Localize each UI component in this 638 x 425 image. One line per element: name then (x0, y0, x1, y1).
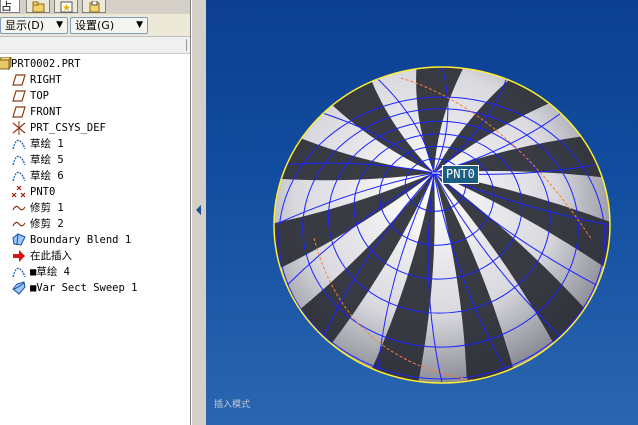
chevron-down-icon: ▼ (56, 20, 63, 30)
tab-model-tree[interactable]: 占 (0, 0, 20, 13)
tree-item-label: ■草绘 4 (30, 266, 70, 278)
graphics-viewport[interactable]: PNT0 插入模式 (206, 0, 638, 425)
sketch-icon (12, 139, 26, 150)
tree-item-label: PRT_CSYS_DEF (30, 122, 106, 134)
layers-icon (89, 1, 100, 13)
trim-icon (12, 205, 26, 211)
tree-item-label: TOP (30, 90, 49, 102)
star-icon (60, 1, 73, 13)
boundary-blend-icon (12, 233, 26, 246)
settings-menu-button[interactable]: 设置(G) ▼ (70, 17, 148, 34)
model-tree-panel: 占 显示(D) ▼ 设置(G) ▼ PRT0002.PRT RIGHT TOP (0, 0, 191, 425)
tree-item-csys[interactable]: PRT_CSYS_DEF (0, 120, 190, 136)
datum-plane-icon (12, 106, 26, 118)
trim-icon (12, 221, 26, 227)
datum-plane-icon (12, 74, 26, 86)
navigator-tabs: 占 (0, 0, 190, 14)
collapse-arrow-icon[interactable] (196, 205, 202, 215)
insert-here-arrow-icon (13, 250, 25, 262)
csys-icon (12, 121, 26, 135)
dome-surface-model[interactable] (206, 0, 638, 425)
tree-item-label: 草绘 5 (30, 154, 64, 166)
tab-model-tree-label: 占 (1, 0, 12, 13)
tree-item-trim-2[interactable]: 修剪 2 (0, 216, 190, 232)
sketch-icon (12, 267, 26, 278)
tab-layers[interactable] (82, 0, 106, 13)
folder-icon (32, 1, 45, 13)
column-separator[interactable] (186, 39, 187, 51)
tree-item-label: 在此插入 (30, 250, 72, 262)
tree-item-label: PRT0002.PRT (11, 58, 81, 70)
tree-toolbar: 显示(D) ▼ 设置(G) ▼ (0, 14, 190, 37)
tree-item-sketch-6[interactable]: 草绘 6 (0, 168, 190, 184)
sketch-icon (12, 171, 26, 182)
tree-item-label: RIGHT (30, 74, 62, 86)
tree-item-insert-here[interactable]: 在此插入 (0, 248, 190, 264)
tree-item-label: 修剪 1 (30, 202, 64, 214)
settings-menu-label: 设置(G) (75, 19, 115, 32)
tab-folder-browser[interactable] (26, 0, 50, 13)
status-text: 插入模式 (214, 400, 251, 410)
tree-item-trim-1[interactable]: 修剪 1 (0, 200, 190, 216)
chevron-down-icon: ▼ (136, 20, 143, 30)
tree-item-boundary-blend[interactable]: Boundary Blend 1 (0, 232, 190, 248)
tree-item-label: 草绘 6 (30, 170, 64, 182)
tree-item-part[interactable]: PRT0002.PRT (0, 56, 190, 72)
tree-item-sketch-1[interactable]: 草绘 1 (0, 136, 190, 152)
datum-plane-icon (12, 90, 26, 102)
tree-item-sketch-4[interactable]: ■草绘 4 (0, 264, 190, 280)
tree-item-label: ■Var Sect Sweep 1 (30, 282, 138, 294)
tree-item-front[interactable]: FRONT (0, 104, 190, 120)
datum-point-icon (12, 185, 26, 198)
tree-item-sketch-5[interactable]: 草绘 5 (0, 152, 190, 168)
panel-splitter[interactable] (191, 0, 206, 425)
tree-item-label: 修剪 2 (30, 218, 64, 230)
sweep-icon (12, 281, 26, 295)
tree-column-header (0, 37, 190, 54)
tree-item-top[interactable]: TOP (0, 88, 190, 104)
tree-item-var-sect-sweep[interactable]: ■Var Sect Sweep 1 (0, 280, 190, 296)
show-menu-button[interactable]: 显示(D) ▼ (0, 17, 68, 34)
tree-item-label: PNT0 (30, 186, 56, 198)
sketch-icon (12, 155, 26, 166)
tree-item-label: FRONT (30, 106, 62, 118)
tab-favorites[interactable] (54, 0, 78, 13)
show-menu-label: 显示(D) (5, 19, 45, 32)
datum-point-label[interactable]: PNT0 (442, 165, 479, 184)
tree-item-right[interactable]: RIGHT (0, 72, 190, 88)
tree-item-label: Boundary Blend 1 (30, 234, 132, 246)
tree-item-pnt0[interactable]: PNT0 (0, 184, 190, 200)
tree-item-label: 草绘 1 (30, 138, 64, 150)
